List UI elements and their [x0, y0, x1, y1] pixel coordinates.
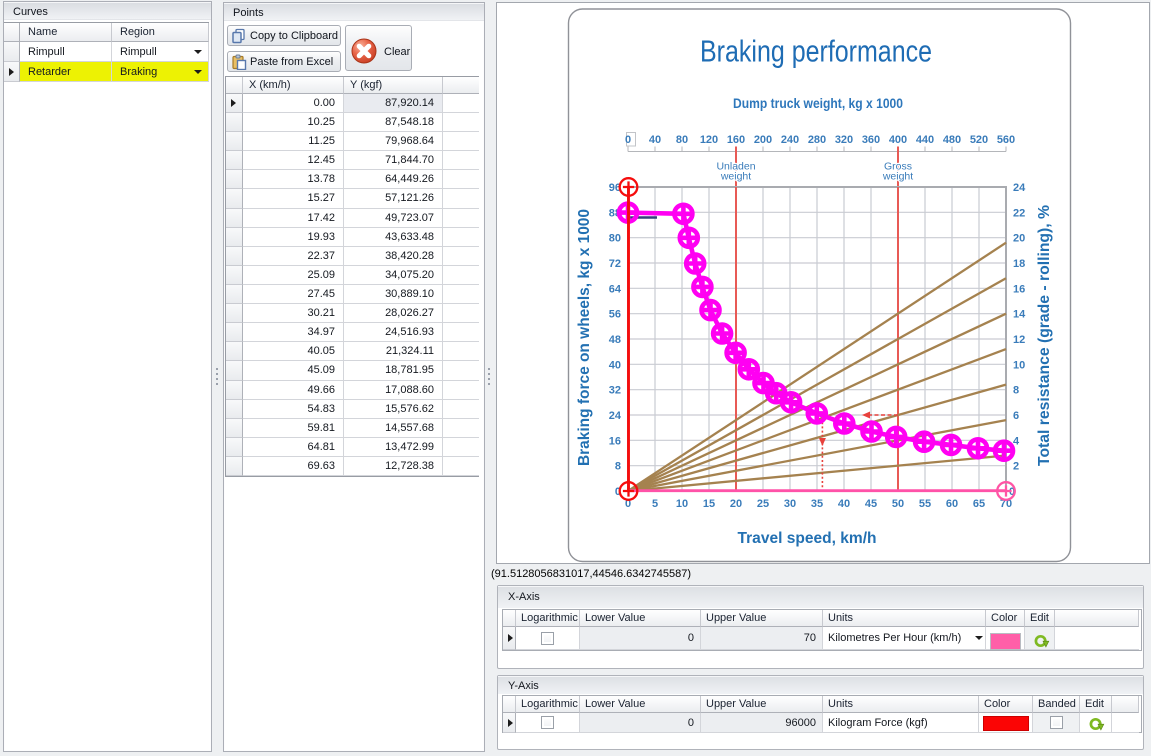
svg-text:12: 12 — [1013, 334, 1025, 346]
svg-text:60: 60 — [946, 498, 958, 510]
svg-text:0: 0 — [625, 134, 631, 146]
svg-text:20: 20 — [1013, 233, 1025, 245]
svg-text:Braking force on wheels, kg x: Braking force on wheels, kg x 1000 — [576, 209, 593, 466]
svg-text:22: 22 — [1013, 207, 1025, 219]
svg-text:40: 40 — [838, 498, 850, 510]
svg-text:40: 40 — [649, 134, 661, 146]
svg-text:4: 4 — [1013, 435, 1020, 447]
svg-text:Dump truck weight, kg x 1000: Dump truck weight, kg x 1000 — [733, 96, 903, 111]
svg-text:56: 56 — [609, 309, 621, 321]
svg-text:Braking performance: Braking performance — [700, 34, 932, 69]
svg-text:160: 160 — [727, 134, 745, 146]
svg-text:24: 24 — [1013, 182, 1026, 194]
svg-text:280: 280 — [808, 134, 826, 146]
svg-text:30: 30 — [784, 498, 796, 510]
svg-text:65: 65 — [973, 498, 985, 510]
svg-text:80: 80 — [609, 233, 621, 245]
svg-text:weight: weight — [882, 171, 913, 183]
svg-text:35: 35 — [811, 498, 823, 510]
svg-text:400: 400 — [889, 134, 907, 146]
svg-text:Travel speed, km/h: Travel speed, km/h — [738, 530, 877, 547]
svg-text:360: 360 — [862, 134, 880, 146]
svg-text:120: 120 — [700, 134, 718, 146]
svg-text:440: 440 — [916, 134, 934, 146]
svg-text:64: 64 — [609, 283, 622, 295]
svg-text:2: 2 — [1013, 461, 1019, 473]
svg-text:45: 45 — [865, 498, 877, 510]
svg-text:48: 48 — [609, 334, 621, 346]
svg-text:15: 15 — [703, 498, 715, 510]
svg-text:18: 18 — [1013, 258, 1025, 270]
svg-text:50: 50 — [892, 498, 904, 510]
svg-text:520: 520 — [970, 134, 988, 146]
svg-text:320: 320 — [835, 134, 853, 146]
svg-text:10: 10 — [676, 498, 688, 510]
svg-text:14: 14 — [1013, 309, 1026, 321]
svg-text:8: 8 — [615, 461, 621, 473]
svg-text:72: 72 — [609, 258, 621, 270]
svg-text:32: 32 — [609, 385, 621, 397]
svg-text:16: 16 — [609, 435, 621, 447]
svg-text:24: 24 — [609, 410, 622, 422]
svg-text:480: 480 — [943, 134, 961, 146]
svg-text:8: 8 — [1013, 385, 1019, 397]
svg-text:5: 5 — [652, 498, 658, 510]
svg-text:16: 16 — [1013, 283, 1025, 295]
svg-text:25: 25 — [757, 498, 769, 510]
svg-text:560: 560 — [997, 134, 1015, 146]
svg-text:Total resistance (grade - roll: Total resistance (grade - rolling), % — [1036, 205, 1053, 466]
svg-text:80: 80 — [676, 134, 688, 146]
svg-text:55: 55 — [919, 498, 931, 510]
svg-text:weight: weight — [720, 171, 751, 183]
svg-text:40: 40 — [609, 359, 621, 371]
svg-text:6: 6 — [1013, 410, 1019, 422]
svg-text:20: 20 — [730, 498, 742, 510]
svg-text:10: 10 — [1013, 359, 1025, 371]
svg-text:240: 240 — [781, 134, 799, 146]
svg-text:200: 200 — [754, 134, 772, 146]
